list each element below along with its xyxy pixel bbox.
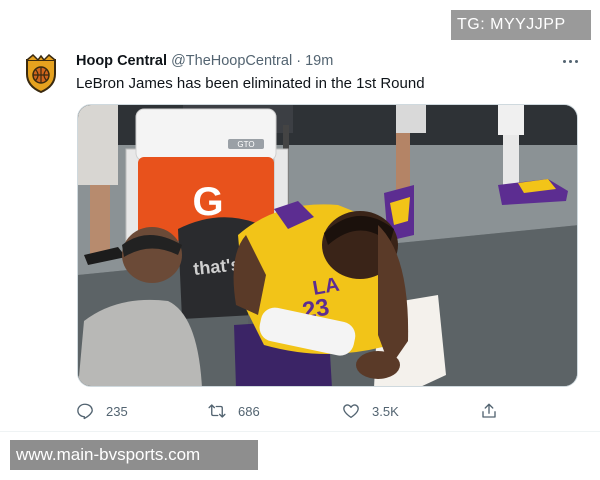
tweet-header: Hoop Central @TheHoopCentral · 19m	[76, 52, 576, 70]
tweet-card: Hoop Central @TheHoopCentral · 19m LeBro…	[0, 40, 600, 432]
avatar[interactable]	[24, 53, 58, 94]
share-button[interactable]	[480, 400, 510, 422]
reply-count: 235	[106, 403, 128, 419]
tweet-actions: 235 686 3.5K	[76, 400, 506, 422]
heart-icon	[343, 404, 359, 419]
retweet-button[interactable]: 686	[208, 400, 260, 422]
tweet-text: LeBron James has been eliminated in the …	[76, 75, 425, 92]
author-handle[interactable]: @TheHoopCentral	[171, 53, 292, 69]
cooler-badge: GTO	[237, 140, 254, 149]
tweet-photo[interactable]: GTO G that's g LA 23	[77, 104, 578, 387]
share-icon	[482, 403, 496, 418]
separator: ·	[296, 53, 302, 69]
reply-button[interactable]: 235	[76, 400, 128, 422]
retweet-icon	[208, 404, 226, 418]
cooler-logo: G	[192, 180, 223, 224]
like-button[interactable]: 3.5K	[342, 400, 399, 422]
author-name[interactable]: Hoop Central	[76, 53, 167, 69]
hoop-central-crest-icon	[26, 53, 56, 94]
tweet-time[interactable]: 19m	[305, 53, 333, 69]
tg-badge: TG: MYYJJPP	[451, 10, 591, 40]
reply-icon	[77, 403, 93, 420]
like-count: 3.5K	[372, 403, 399, 419]
more-horizontal-icon[interactable]	[558, 52, 582, 70]
photo-scene: GTO G that's g LA 23	[78, 105, 577, 386]
retweet-count: 686	[238, 403, 260, 419]
site-watermark: www.main-bvsports.com	[10, 440, 258, 470]
